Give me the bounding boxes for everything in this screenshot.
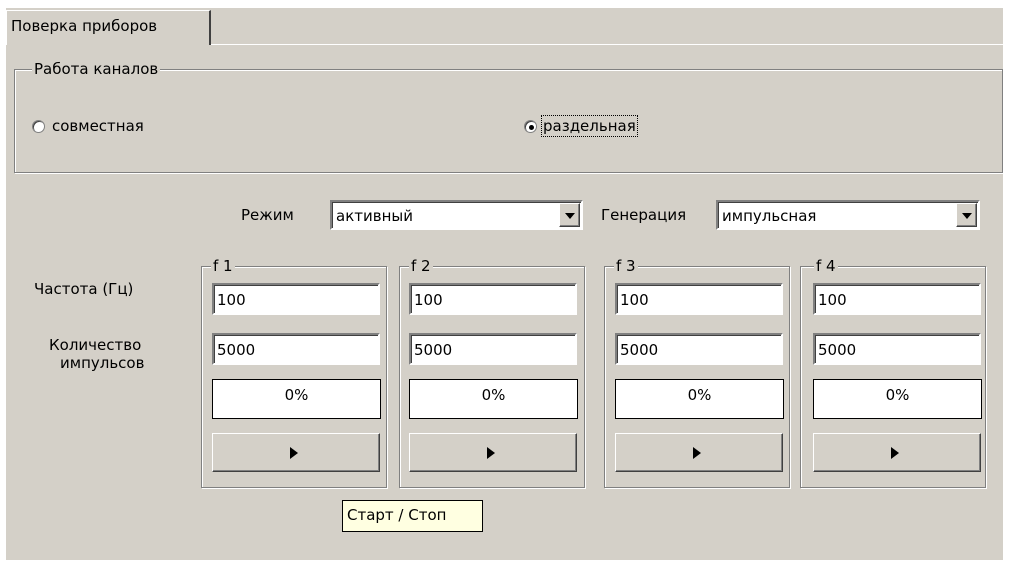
channel-f3-start-stop-button[interactable] (615, 433, 783, 472)
play-icon (290, 447, 298, 459)
channel-f4-progress: 0% (813, 379, 982, 419)
mode-dropdown-button[interactable] (559, 203, 580, 227)
window-bottom-edge (0, 560, 1009, 566)
generation-dropdown-button[interactable] (956, 203, 977, 227)
window-right-edge (1003, 0, 1009, 566)
channel-f4-start-stop-button[interactable] (813, 433, 981, 472)
tab-label: Поверка приборов (11, 17, 158, 35)
radio-separate-label[interactable]: раздельная (541, 115, 638, 137)
generation-select-value: импульсная (722, 207, 817, 225)
chevron-down-icon (962, 213, 972, 219)
start-stop-tooltip: Старт / Стоп (342, 500, 483, 532)
channels-mode-group (14, 69, 1003, 173)
window-top-edge (0, 0, 1009, 8)
channel-f4-frequency-input[interactable]: 100 (813, 283, 981, 315)
play-icon (487, 447, 495, 459)
channels-mode-group-title: Работа каналов (32, 60, 161, 78)
channel-f2-title: f 2 (409, 257, 433, 275)
radio-joint-label[interactable]: совместная (52, 117, 144, 135)
pulses-row-label-line2: импульсов (60, 354, 145, 372)
channel-f4-title: f 4 (814, 257, 838, 275)
tab-strip-line (211, 44, 1003, 45)
channel-f3-frequency-input[interactable]: 100 (615, 283, 783, 315)
frequency-row-label: Частота (Гц) (34, 280, 134, 298)
tab-instrument-verification[interactable]: Поверка приборов (6, 10, 211, 45)
mode-select-value: активный (336, 207, 413, 225)
channel-f2-pulses-input[interactable]: 5000 (409, 333, 577, 365)
mode-select[interactable]: активный (330, 200, 583, 230)
channel-f3-progress: 0% (615, 379, 784, 419)
generation-select[interactable]: импульсная (716, 200, 980, 230)
channel-f2-frequency-input[interactable]: 100 (409, 283, 577, 315)
channel-f2-start-stop-button[interactable] (409, 433, 577, 472)
pulses-row-label-line1: Количество (49, 336, 142, 354)
chevron-down-icon (565, 213, 575, 219)
generation-label: Генерация (601, 206, 687, 224)
channel-f4-pulses-input[interactable]: 5000 (813, 333, 981, 365)
channel-f3-title: f 3 (614, 257, 638, 275)
play-icon (891, 447, 899, 459)
channel-f1-frequency-input[interactable]: 100 (212, 283, 380, 315)
channel-f3-pulses-input[interactable]: 5000 (615, 333, 783, 365)
channel-f1-title: f 1 (211, 257, 235, 275)
channel-f1-progress: 0% (212, 379, 381, 419)
channel-f1-pulses-input[interactable]: 5000 (212, 333, 380, 365)
channel-f2-progress: 0% (409, 379, 578, 419)
radio-separate[interactable] (524, 120, 537, 133)
channel-f1-start-stop-button[interactable] (212, 433, 380, 472)
mode-label: Режим (241, 206, 294, 224)
play-icon (693, 447, 701, 459)
radio-joint[interactable] (32, 120, 45, 133)
